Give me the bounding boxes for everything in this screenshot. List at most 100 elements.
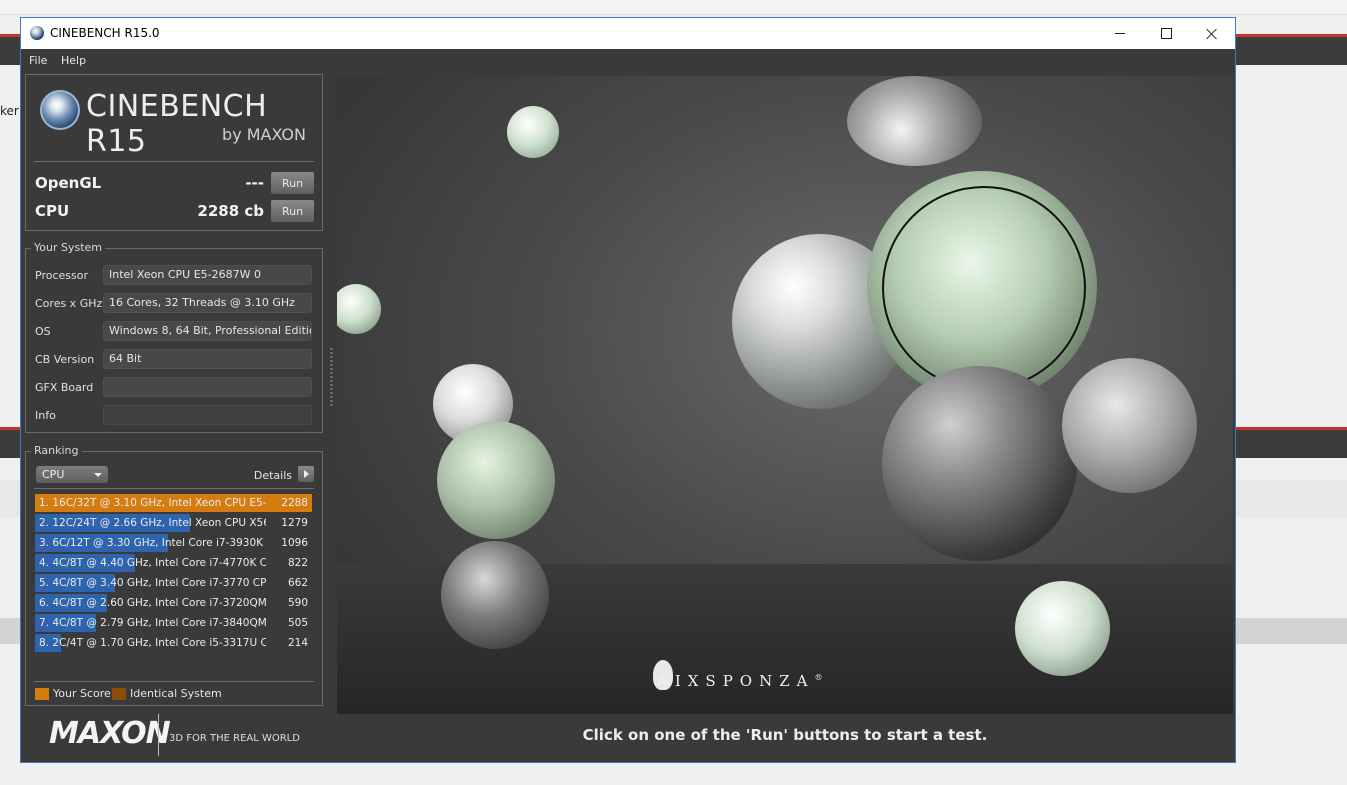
ranking-row-score: 505: [287, 617, 308, 629]
cores-field[interactable]: 16 Cores, 32 Threads @ 3.10 GHz: [103, 293, 312, 313]
cb-version-field[interactable]: 64 Bit: [103, 349, 312, 369]
title-bar[interactable]: CINEBENCH R15.0: [21, 18, 1235, 49]
ranking-row-label: 7. 4C/8T @ 2.79 GHz, Intel Core i7-3840Q…: [39, 617, 266, 629]
ranking-row-score: 590: [287, 597, 308, 609]
run-cpu-button[interactable]: Run: [271, 200, 314, 222]
ranking-row[interactable]: 1. 16C/32T @ 3.10 GHz, Intel Xeon CPU E5…: [35, 494, 312, 512]
system-key: OS: [35, 325, 51, 338]
dark-sphere-bottom: [441, 541, 549, 649]
system-key: Info: [35, 409, 56, 422]
your-system-title: Your System: [31, 241, 105, 254]
silver-sphere-top: [847, 76, 982, 166]
pearl-sphere-right: [1015, 581, 1110, 676]
close-button[interactable]: [1189, 18, 1235, 49]
cinebench-window: CINEBENCH R15.0 File Help CINEBENCH R15 …: [20, 17, 1236, 763]
test-score-cpu: 2288 cb: [197, 202, 264, 220]
minimize-button[interactable]: [1097, 18, 1143, 49]
system-key: Cores x GHz: [35, 297, 103, 310]
os-field[interactable]: Windows 8, 64 Bit, Professional Edition: [103, 321, 312, 341]
maxon-tagline: 3D FOR THE REAL WORLD: [169, 733, 300, 744]
system-row-processor: Processor Intel Xeon CPU E5-2687W 0: [35, 265, 312, 287]
green-sphere-left: [337, 284, 381, 334]
menu-file[interactable]: File: [29, 54, 47, 67]
maxon-footer: MAXON 3D FOR THE REAL WORLD: [25, 714, 323, 758]
maximize-icon: [1160, 28, 1172, 39]
your-score-legend-label: Your Score: [53, 687, 111, 700]
ranking-row-label: 6. 4C/8T @ 2.60 GHz, Intel Core i7-3720Q…: [39, 597, 266, 609]
dark-sphere-damask: [882, 366, 1077, 561]
ranking-row[interactable]: 7. 4C/8T @ 2.79 GHz, Intel Core i7-3840Q…: [35, 614, 312, 632]
ranking-row[interactable]: 6. 4C/8T @ 2.60 GHz, Intel Core i7-3720Q…: [35, 594, 312, 612]
panel-resize-handle[interactable]: [330, 348, 333, 408]
left-panel: CINEBENCH R15 by MAXON OpenGL --- Run CP…: [25, 74, 323, 758]
ranking-divider-bottom: [34, 681, 314, 682]
ranking-type-dropdown[interactable]: CPU: [36, 466, 108, 483]
logo-text: CINEBENCH R15: [86, 89, 268, 159]
your-system-panel: Your System Processor Intel Xeon CPU E5-…: [25, 241, 323, 433]
aixsponza-text: AIXSPONZA: [657, 672, 815, 690]
window-title: CINEBENCH R15.0: [50, 26, 160, 40]
system-row-info: Info: [35, 405, 312, 427]
system-key: CB Version: [35, 353, 95, 366]
ranking-row-label: 5. 4C/8T @ 3.40 GHz, Intel Core i7-3770 …: [39, 577, 266, 589]
run-opengl-button[interactable]: Run: [271, 172, 314, 194]
ranking-row[interactable]: 3. 6C/12T @ 3.30 GHz, Intel Core i7-3930…: [35, 534, 312, 552]
test-row-cpu: CPU 2288 cb Run: [35, 199, 314, 223]
cinebench-logo-icon: [40, 90, 80, 130]
ranking-row-label: 1. 16C/32T @ 3.10 GHz, Intel Xeon CPU E5…: [39, 497, 266, 509]
ranking-row[interactable]: 4. 4C/8T @ 4.40 GHz, Intel Core i7-4770K…: [35, 554, 312, 572]
ranking-row-label: 8. 2C/4T @ 1.70 GHz, Intel Core i5-3317U…: [39, 637, 266, 649]
dropdown-value: CPU: [42, 468, 65, 481]
chevron-down-icon: [94, 473, 102, 477]
system-row-cb-version: CB Version 64 Bit: [35, 349, 312, 371]
details-arrow-button[interactable]: [298, 466, 314, 482]
brand-panel: CINEBENCH R15 by MAXON OpenGL --- Run CP…: [25, 74, 323, 231]
green-wire-sphere: [437, 421, 555, 539]
identical-system-swatch: [112, 688, 126, 700]
maxon-logo: MAXON: [49, 716, 171, 751]
ranking-row-label: 4. 4C/8T @ 4.40 GHz, Intel Core i7-4770K…: [39, 557, 266, 569]
your-score-swatch: [35, 688, 49, 700]
info-field[interactable]: [103, 405, 312, 425]
cinebench-app-icon: [30, 26, 44, 40]
ranking-row-score: 1279: [281, 517, 308, 529]
white-sphere-small: [507, 106, 559, 158]
ranking-divider: [34, 488, 314, 489]
brand-divider: [34, 161, 314, 162]
test-label-cpu: CPU: [35, 202, 70, 220]
ranking-row-score: 662: [287, 577, 308, 589]
logo-by-maxon: by MAXON: [222, 125, 306, 144]
render-view: AIXSPONZA®: [337, 76, 1233, 714]
status-message: Click on one of the 'Run' buttons to sta…: [582, 726, 988, 744]
test-score-opengl: ---: [245, 174, 264, 192]
ranking-row-label: 2. 12C/24T @ 2.66 GHz, Intel Xeon CPU X5…: [39, 517, 266, 529]
ranking-row[interactable]: 8. 2C/4T @ 1.70 GHz, Intel Core i5-3317U…: [35, 634, 312, 652]
ranking-row-label: 3. 6C/12T @ 3.30 GHz, Intel Core i7-3930…: [39, 537, 266, 549]
system-key: GFX Board: [35, 381, 94, 394]
test-row-opengl: OpenGL --- Run: [35, 171, 314, 195]
details-label: Details: [253, 469, 292, 482]
maximize-button[interactable]: [1143, 18, 1189, 49]
processor-field[interactable]: Intel Xeon CPU E5-2687W 0: [103, 265, 312, 285]
system-row-gfx-board: GFX Board: [35, 377, 312, 399]
ranking-row-score: 822: [287, 557, 308, 569]
identical-system-legend-label: Identical System: [130, 687, 222, 700]
ranking-row-score: 1096: [281, 537, 308, 549]
ranking-list: 1. 16C/32T @ 3.10 GHz, Intel Xeon CPU E5…: [35, 494, 312, 654]
ranking-row[interactable]: 5. 4C/8T @ 3.40 GHz, Intel Core i7-3770 …: [35, 574, 312, 592]
ranking-row[interactable]: 2. 12C/24T @ 2.66 GHz, Intel Xeon CPU X5…: [35, 514, 312, 532]
ranking-row-score: 214: [287, 637, 308, 649]
ranking-row-score: 2288: [281, 497, 308, 509]
grey-sphere-right: [1062, 358, 1197, 493]
minimize-icon: [1115, 33, 1125, 34]
aixsponza-watermark: AIXSPONZA®: [657, 672, 822, 690]
wire-pattern: [882, 186, 1086, 390]
registered-mark: ®: [814, 673, 823, 682]
maxon-divider: [158, 714, 159, 756]
ranking-panel: Ranking CPU Details 1. 16C/32T @ 3.10 GH…: [25, 444, 323, 706]
system-row-cores: Cores x GHz 16 Cores, 32 Threads @ 3.10 …: [35, 293, 312, 315]
gfx-board-field[interactable]: [103, 377, 312, 397]
background-partial-text: ker: [0, 104, 19, 118]
background-strip-top: [0, 0, 1347, 15]
menu-help[interactable]: Help: [61, 54, 86, 67]
